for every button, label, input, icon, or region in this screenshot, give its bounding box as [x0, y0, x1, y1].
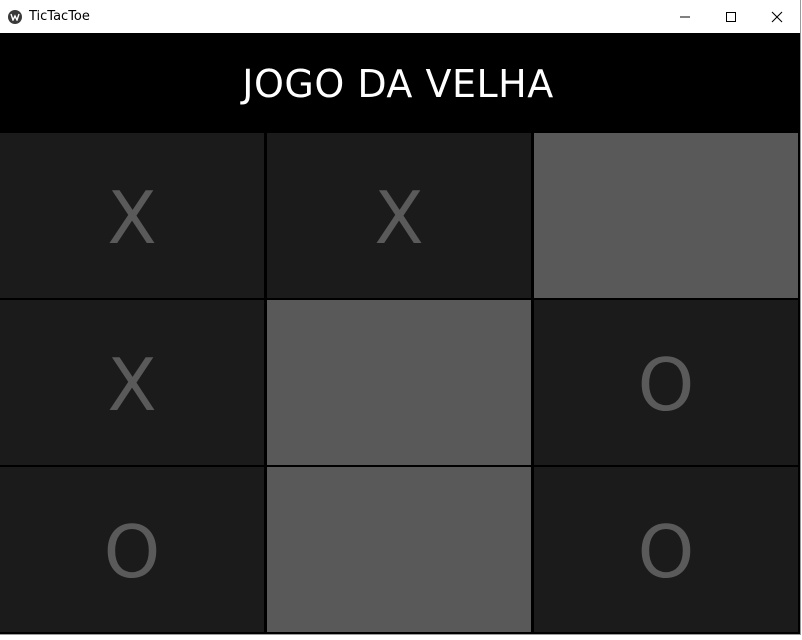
board-cell-8[interactable]	[267, 467, 531, 632]
board-cell-9[interactable]: O	[534, 467, 798, 632]
cell-mark: X	[107, 175, 157, 260]
game-board: X X X O O O	[0, 133, 800, 633]
window-title: TicTacToe	[29, 9, 90, 24]
page-title: JOGO DA VELHA	[242, 62, 554, 106]
minimize-button[interactable]	[662, 0, 708, 33]
cell-mark: O	[637, 342, 695, 427]
cell-mark: X	[374, 175, 424, 260]
board-cell-3[interactable]	[534, 133, 798, 298]
title-bar[interactable]: TicTacToe	[0, 0, 800, 33]
maximize-button[interactable]	[708, 0, 754, 33]
close-icon	[771, 11, 783, 23]
board-cell-1[interactable]: X	[0, 133, 264, 298]
board-cell-5[interactable]	[267, 300, 531, 465]
board-cell-6[interactable]: O	[534, 300, 798, 465]
maximize-icon	[726, 12, 736, 22]
close-button[interactable]	[754, 0, 800, 33]
cell-mark: O	[637, 509, 695, 594]
cell-mark: X	[107, 342, 157, 427]
board-cell-2[interactable]: X	[267, 133, 531, 298]
cell-mark: O	[103, 509, 161, 594]
app-window: TicTacToe JOGO DA VELHA X X X O O O	[0, 0, 801, 635]
game-header: JOGO DA VELHA	[0, 33, 800, 133]
minimize-icon	[680, 16, 690, 18]
board-cell-4[interactable]: X	[0, 300, 264, 465]
app-icon	[8, 10, 22, 24]
board-cell-7[interactable]: O	[0, 467, 264, 632]
